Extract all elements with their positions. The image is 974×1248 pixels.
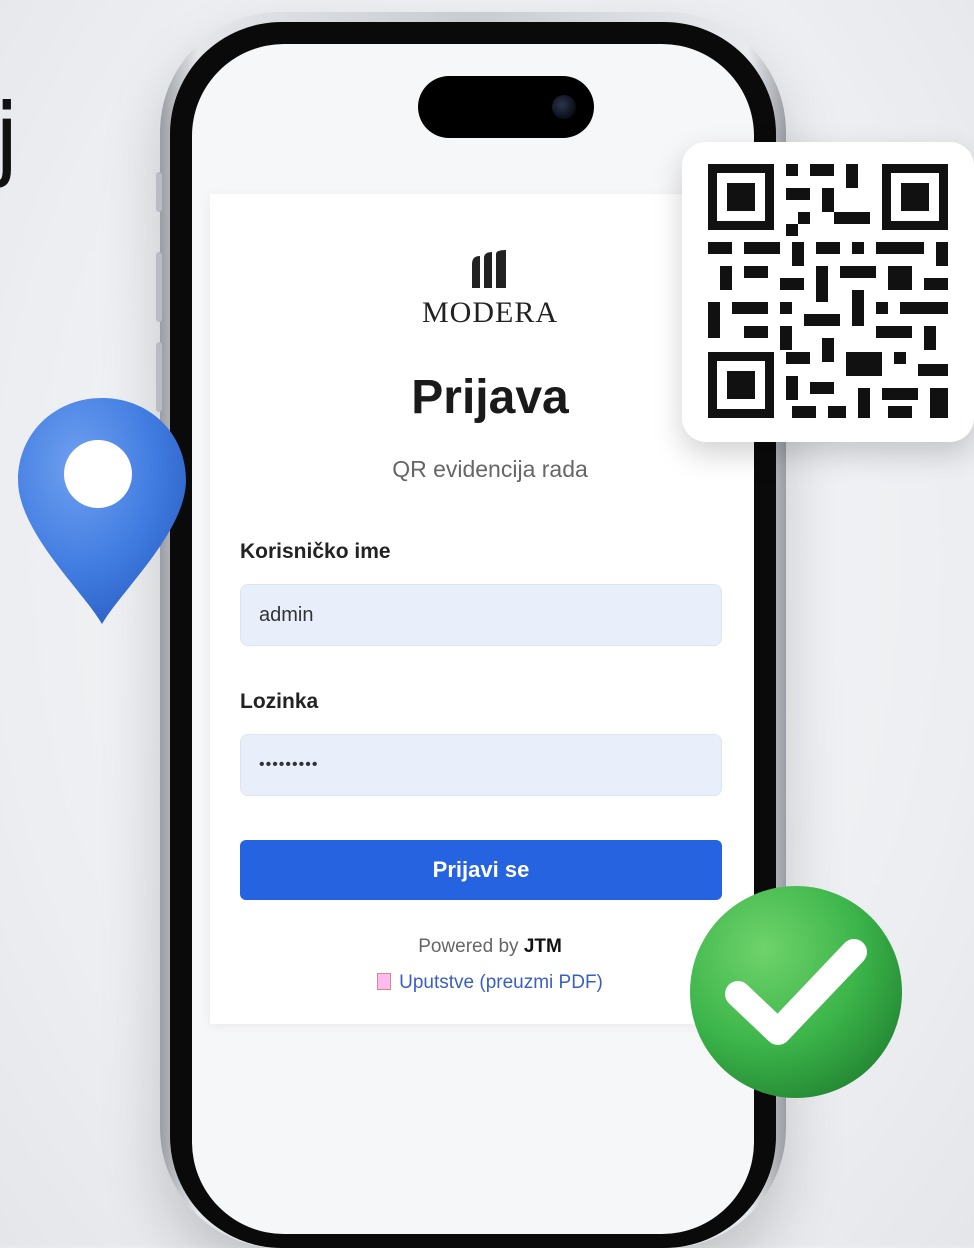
modera-logo-icon (210, 250, 754, 295)
phone-screen: MODERA Prijava QR evidencija rada Korisn… (192, 44, 754, 1234)
phone-volume-up (156, 252, 162, 322)
page-title: Prijava (411, 371, 569, 424)
powered-prefix: Powered by (418, 936, 524, 957)
dynamic-island (418, 76, 594, 138)
camera-icon (552, 95, 576, 119)
powered-brand: JTM (523, 936, 562, 957)
manual-link[interactable]: Uputstve (preuzmi PDF) (210, 972, 754, 994)
check-circle-icon (686, 882, 906, 1107)
password-label: Lozinka (240, 690, 319, 713)
pdf-icon (377, 973, 392, 990)
username-label: Korisničko ime (240, 540, 391, 563)
username-field[interactable]: admin (240, 584, 722, 646)
location-pin-icon (14, 392, 190, 637)
password-field[interactable]: ••••••••• (240, 734, 722, 796)
manual-link-label[interactable]: Uputstve (preuzmi PDF) (399, 972, 603, 993)
page-subtitle: QR evidencija rada (392, 456, 588, 482)
login-card: MODERA Prijava QR evidencija rada Korisn… (210, 194, 754, 1024)
corner-glyph: j (0, 84, 20, 191)
powered-by: Powered by JTM (210, 936, 754, 958)
phone-side-button (156, 172, 162, 212)
qr-code-icon (708, 164, 948, 418)
qr-card (682, 142, 974, 442)
logo-text: MODERA (421, 296, 558, 329)
login-button[interactable]: Prijavi se (240, 840, 722, 900)
